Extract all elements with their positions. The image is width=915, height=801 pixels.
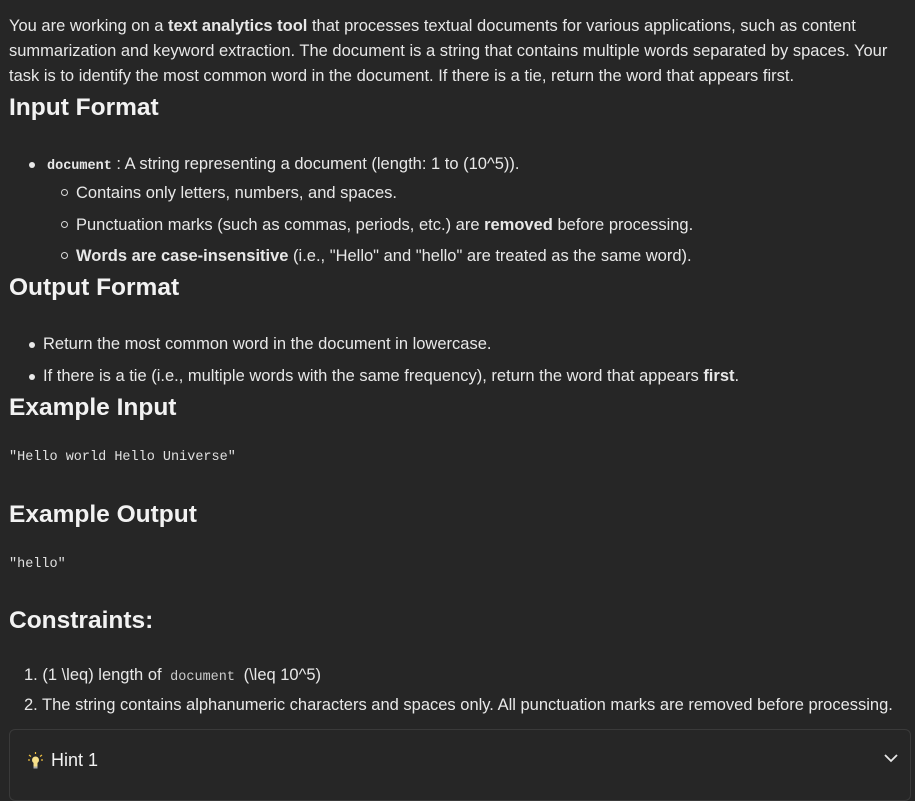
list-item: Words are case-insensitive (i.e., "Hello… — [76, 245, 692, 267]
item-text: : A string representing a document (leng… — [111, 155, 520, 173]
item-text: (\leq 10^5) — [238, 666, 322, 684]
example-output-heading: Example Output — [9, 501, 197, 528]
example-output-code: "hello" — [9, 557, 66, 572]
list-item: Punctuation marks (such as commas, perio… — [76, 214, 693, 236]
item-bold: Words are case-insensitive — [76, 247, 289, 265]
intro-paragraph: You are working on a text analytics tool… — [9, 14, 911, 89]
item-text: . — [734, 367, 740, 385]
example-input-heading: Example Input — [9, 394, 177, 421]
bullet-icon — [29, 162, 35, 168]
circle-bullet-icon — [61, 252, 68, 259]
intro-text: You are working on a — [9, 17, 168, 35]
chevron-down-icon[interactable] — [884, 754, 898, 763]
constraints-heading: Constraints: — [9, 607, 154, 634]
output-format-heading: Output Format — [9, 274, 180, 301]
item-bold: first — [703, 367, 735, 385]
bullet-icon — [29, 342, 35, 348]
constraint-item: 1. (1 \leq) length of document (\leq 10^… — [24, 664, 321, 689]
list-item: If there is a tie (i.e., multiple words … — [43, 365, 739, 387]
item-text: 1. (1 \leq) length of — [24, 666, 167, 684]
hint-1-accordion[interactable]: Hint 1 — [9, 729, 911, 801]
intro-bold: text analytics tool — [168, 17, 308, 35]
hint-label: Hint 1 — [51, 750, 99, 770]
circle-bullet-icon — [61, 221, 68, 228]
inline-code: document — [47, 159, 112, 174]
item-text: (i.e., "Hello" and "hello" are treated a… — [288, 247, 692, 265]
example-input-code: "Hello world Hello Universe" — [9, 450, 236, 465]
list-item: document : A string representing a docum… — [47, 153, 519, 178]
input-format-heading: Input Format — [9, 94, 159, 121]
list-item: Contains only letters, numbers, and spac… — [76, 184, 398, 202]
constraint-item: 2. The string contains alphanumeric char… — [24, 696, 893, 714]
inline-code: document — [170, 670, 235, 685]
circle-bullet-icon — [61, 189, 68, 196]
item-bold: removed — [484, 216, 553, 234]
item-text: Punctuation marks (such as commas, perio… — [76, 216, 485, 234]
list-item: Return the most common word in the docum… — [43, 335, 492, 353]
bullet-icon — [29, 374, 35, 380]
lightbulb-icon — [28, 752, 43, 769]
item-text: before processing. — [552, 216, 694, 234]
item-text: If there is a tie (i.e., multiple words … — [43, 367, 704, 385]
